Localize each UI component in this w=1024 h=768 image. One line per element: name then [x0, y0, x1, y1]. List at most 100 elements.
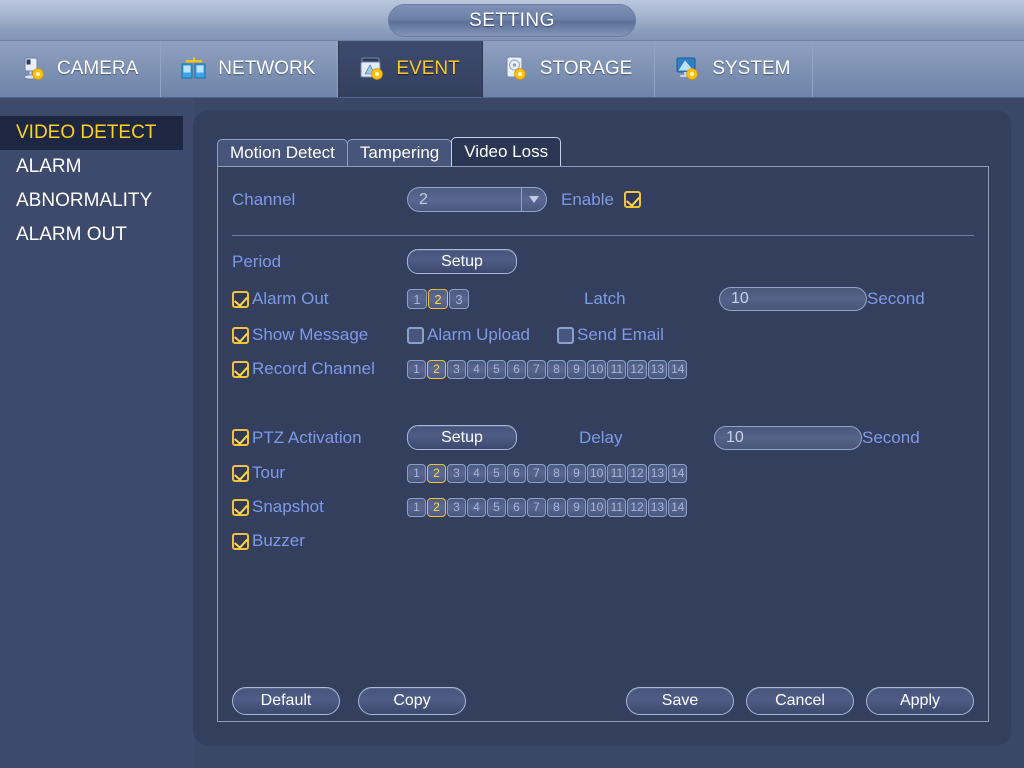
ptz-activation-row: PTZ Activation Setup Delay 10 Second: [232, 425, 920, 450]
alarm-out-chip[interactable]: 3: [449, 289, 469, 309]
delay-input[interactable]: 10: [714, 425, 862, 450]
tab-motion-detect[interactable]: Motion Detect: [217, 139, 348, 166]
sidebar-item-label: VIDEO DETECT: [16, 122, 157, 143]
record-channel-chip[interactable]: 1: [407, 359, 426, 379]
snapshot-row: Snapshot 1 2 3 4 5 6 7 8 9 10 11 12 13 1…: [232, 497, 688, 517]
snapshot-checkbox[interactable]: [232, 498, 249, 516]
alarm-upload-checkbox[interactable]: [407, 326, 424, 344]
ptz-setup-button[interactable]: Setup: [407, 425, 517, 450]
tab-video-loss[interactable]: Video Loss: [451, 137, 562, 166]
tour-chip[interactable]: 7: [527, 463, 546, 483]
show-message-checkbox[interactable]: [232, 326, 249, 344]
snapshot-chip[interactable]: 6: [507, 497, 526, 517]
alarm-out-chip[interactable]: 1: [407, 289, 427, 309]
snapshot-chip[interactable]: 7: [527, 497, 546, 517]
notification-row: Show Message Alarm Upload Send Email: [232, 325, 664, 345]
tour-chip[interactable]: 8: [547, 463, 566, 483]
tour-label: Tour: [252, 463, 286, 482]
record-channel-chip[interactable]: 14: [668, 359, 688, 379]
period-setup-button[interactable]: Setup: [407, 249, 517, 274]
record-channel-chip[interactable]: 13: [647, 359, 668, 379]
tab-event[interactable]: EVENT: [338, 41, 483, 97]
alarm-out-checkbox[interactable]: [232, 290, 249, 308]
snapshot-chip[interactable]: 4: [467, 497, 486, 517]
alarm-out-row: Alarm Out 1 2 3 Latch 10 Second: [232, 287, 925, 311]
buzzer-row: Buzzer: [232, 531, 305, 551]
snapshot-chip[interactable]: 2: [427, 497, 446, 517]
channel-select[interactable]: 2: [407, 187, 547, 212]
alarm-out-label: Alarm Out: [252, 289, 329, 308]
record-channel-chip[interactable]: 8: [547, 359, 566, 379]
tour-checkbox[interactable]: [232, 464, 249, 482]
snapshot-chip[interactable]: 11: [607, 497, 627, 517]
tab-tampering[interactable]: Tampering: [346, 139, 453, 166]
apply-button[interactable]: Apply: [866, 687, 974, 715]
snapshot-chip[interactable]: 13: [647, 497, 668, 517]
sidebar: VIDEO DETECT ALARM ABNORMALITY ALARM OUT: [0, 98, 195, 768]
tab-motion-detect-label: Motion Detect: [230, 143, 335, 162]
snapshot-chip[interactable]: 8: [547, 497, 566, 517]
record-channel-chip[interactable]: 7: [527, 359, 546, 379]
tab-storage[interactable]: STORAGE: [483, 41, 656, 97]
camera-icon: [18, 54, 48, 84]
snapshot-chip[interactable]: 1: [407, 497, 426, 517]
tour-chip[interactable]: 9: [567, 463, 586, 483]
save-button[interactable]: Save: [626, 687, 734, 715]
tab-system[interactable]: SYSTEM: [655, 41, 814, 97]
tour-chip[interactable]: 12: [627, 463, 647, 483]
tab-system-label: SYSTEM: [712, 58, 791, 79]
record-channel-chip[interactable]: 10: [587, 359, 607, 379]
tour-chip[interactable]: 14: [668, 463, 688, 483]
tour-chip[interactable]: 6: [507, 463, 526, 483]
snapshot-chip[interactable]: 14: [668, 497, 688, 517]
record-channel-chip[interactable]: 6: [507, 359, 526, 379]
tab-camera[interactable]: CAMERA: [0, 41, 162, 97]
alarm-out-chip[interactable]: 2: [428, 289, 448, 309]
record-channel-chip[interactable]: 9: [567, 359, 586, 379]
ptz-setup-label: Setup: [441, 428, 483, 446]
record-channel-chip[interactable]: 3: [447, 359, 466, 379]
send-email-checkbox[interactable]: [557, 326, 574, 344]
record-channel-checkbox[interactable]: [232, 360, 249, 378]
ptz-activation-checkbox[interactable]: [232, 429, 249, 446]
tour-chip[interactable]: 11: [607, 463, 627, 483]
record-channel-chip[interactable]: 11: [607, 359, 627, 379]
tab-camera-label: CAMERA: [57, 58, 139, 79]
record-channel-chip[interactable]: 4: [467, 359, 486, 379]
period-setup-label: Setup: [441, 252, 483, 270]
tour-chip[interactable]: 1: [407, 463, 426, 483]
setting-window: SETTING CAMERA NETWORK EVENT STORAGE SYS…: [0, 0, 1024, 768]
latch-input[interactable]: 10: [719, 287, 867, 311]
chevron-down-icon[interactable]: [521, 188, 545, 211]
snapshot-chip[interactable]: 10: [587, 497, 607, 517]
sidebar-item-abnormality[interactable]: ABNORMALITY: [0, 184, 195, 218]
cancel-button[interactable]: Cancel: [746, 687, 854, 715]
tab-video-loss-label: Video Loss: [464, 142, 549, 161]
snapshot-chip[interactable]: 9: [567, 497, 586, 517]
channel-row: Channel 2 Enable: [232, 187, 641, 212]
tour-chip[interactable]: 5: [487, 463, 506, 483]
tab-network-label: NETWORK: [218, 58, 316, 79]
record-channel-chip[interactable]: 5: [487, 359, 506, 379]
snapshot-chip[interactable]: 3: [447, 497, 466, 517]
record-channel-chip[interactable]: 12: [627, 359, 647, 379]
copy-button[interactable]: Copy: [358, 687, 466, 715]
buzzer-checkbox[interactable]: [232, 532, 249, 550]
sidebar-item-alarm[interactable]: ALARM: [0, 150, 195, 184]
tour-chip[interactable]: 2: [427, 463, 446, 483]
record-channel-chip[interactable]: 2: [427, 359, 446, 379]
tour-chip[interactable]: 10: [587, 463, 607, 483]
tab-tampering-label: Tampering: [359, 143, 440, 162]
sidebar-item-alarm-out[interactable]: ALARM OUT: [0, 218, 195, 252]
tour-chip[interactable]: 13: [647, 463, 668, 483]
enable-checkbox[interactable]: [623, 191, 641, 208]
tab-network[interactable]: NETWORK: [161, 41, 339, 97]
tour-chip[interactable]: 4: [467, 463, 486, 483]
main-tab-bar: CAMERA NETWORK EVENT STORAGE SYSTEM: [0, 41, 1024, 98]
record-channel-row: Record Channel 1 2 3 4 5 6 7 8 9 10 11 1…: [232, 359, 688, 379]
tour-chip[interactable]: 3: [447, 463, 466, 483]
default-button[interactable]: Default: [232, 687, 340, 715]
snapshot-chip[interactable]: 12: [627, 497, 647, 517]
snapshot-chip[interactable]: 5: [487, 497, 506, 517]
sidebar-item-video-detect[interactable]: VIDEO DETECT: [0, 116, 183, 150]
